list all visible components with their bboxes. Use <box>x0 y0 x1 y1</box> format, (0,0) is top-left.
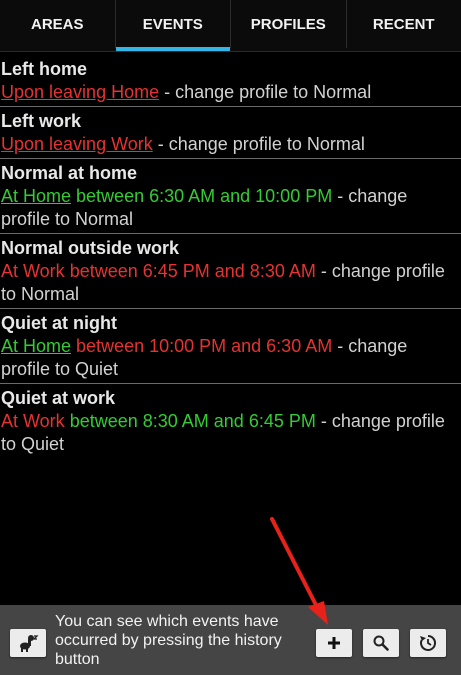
tab-divider <box>0 51 461 52</box>
event-place: At Home <box>1 336 72 356</box>
bottom-hint-bar: You can see which events have occurred b… <box>0 605 461 675</box>
annotation-arrow-icon <box>270 517 328 625</box>
event-title: Normal at home <box>1 163 138 183</box>
event-description: At Work between 6:45 PM and 8:30 AM - ch… <box>1 260 461 306</box>
event-title: Left work <box>1 111 82 131</box>
event-description: At Home between 10:00 PM and 6:30 AM - c… <box>1 335 461 381</box>
event-item-quiet-at-night[interactable]: Quiet at night At Home between 10:00 PM … <box>0 309 461 384</box>
plus-icon <box>328 637 340 649</box>
event-description: At Work between 8:30 AM and 6:45 PM - ch… <box>1 410 461 456</box>
event-description: Upon leaving Work - change profile to No… <box>1 133 461 156</box>
event-item-normal-outside-work[interactable]: Normal outside work At Work between 6:45… <box>0 234 461 309</box>
event-trigger: Upon leaving Home <box>1 82 160 102</box>
event-item-normal-at-home[interactable]: Normal at home At Home between 6:30 AM a… <box>0 159 461 234</box>
history-icon <box>420 634 437 651</box>
tab-events[interactable]: EVENTS <box>115 0 231 51</box>
event-place: At Work <box>1 411 65 431</box>
event-item-quiet-at-work[interactable]: Quiet at work At Work between 8:30 AM an… <box>0 384 461 458</box>
event-time-range: between 8:30 AM and 6:45 PM <box>64 411 316 431</box>
search-icon <box>373 635 389 651</box>
hint-mascot-icon <box>20 635 39 652</box>
event-title: Quiet at work <box>1 388 116 408</box>
add-event-button[interactable] <box>316 629 352 657</box>
event-time-range: between 10:00 PM and 6:30 AM <box>71 336 333 356</box>
tab-profiles[interactable]: PROFILES <box>231 0 347 48</box>
event-title: Quiet at night <box>1 313 117 333</box>
search-button[interactable] <box>363 629 399 657</box>
event-trigger: Upon leaving Work <box>1 134 153 154</box>
event-title: Normal outside work <box>1 238 180 258</box>
event-item-left-work[interactable]: Left work Upon leaving Work - change pro… <box>0 107 461 159</box>
tab-recent[interactable]: RECENT <box>347 0 461 48</box>
event-time-range: between 6:30 AM and 10:00 PM <box>71 186 333 206</box>
event-action: - change profile to Normal <box>159 82 372 102</box>
tab-areas[interactable]: AREAS <box>0 0 116 48</box>
history-button[interactable] <box>410 629 446 657</box>
event-description: Upon leaving Home - change profile to No… <box>1 81 461 104</box>
event-item-left-home[interactable]: Left home Upon leaving Home - change pro… <box>0 55 461 107</box>
event-place: At Home <box>1 186 72 206</box>
hint-mascot-button[interactable] <box>10 629 46 657</box>
event-description: At Home between 6:30 AM and 10:00 PM - c… <box>1 185 461 231</box>
event-action: - change profile to Normal <box>152 134 365 154</box>
event-title: Left home <box>1 59 88 79</box>
event-place: At Work <box>1 261 65 281</box>
tab-bar: AREAS EVENTS PROFILES RECENT <box>0 0 461 52</box>
event-list: Left home Upon leaving Home - change pro… <box>0 55 461 458</box>
event-time-range: between 6:45 PM and 8:30 AM <box>64 261 316 281</box>
